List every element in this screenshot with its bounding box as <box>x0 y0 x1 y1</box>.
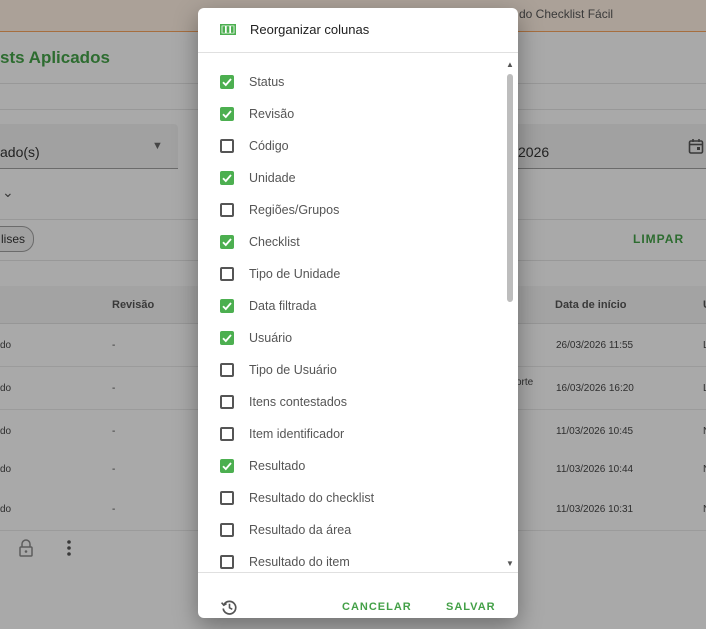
cancel-button[interactable]: CANCELAR <box>342 601 412 613</box>
checkbox-checked[interactable] <box>220 171 234 185</box>
checkbox-checked[interactable] <box>220 331 234 345</box>
check-icon <box>222 462 232 471</box>
checkbox-unchecked[interactable] <box>220 523 234 537</box>
check-icon <box>222 174 232 183</box>
save-button[interactable]: SALVAR <box>446 601 496 613</box>
dialog-header: Reorganizar colunas <box>198 8 518 53</box>
column-option[interactable]: Status <box>198 65 498 97</box>
checkbox-checked[interactable] <box>220 75 234 89</box>
column-option[interactable]: Item identificador <box>198 417 498 449</box>
column-option-label: Status <box>249 75 285 89</box>
column-option[interactable]: Resultado <box>198 449 498 481</box>
checkbox-unchecked[interactable] <box>220 267 234 281</box>
column-option-label: Regiões/Grupos <box>249 203 340 217</box>
history-icon[interactable] <box>220 598 238 616</box>
checkbox-unchecked[interactable] <box>220 139 234 153</box>
scroll-up-arrow-icon[interactable]: ▲ <box>506 60 514 69</box>
column-option-label: Checklist <box>249 235 300 249</box>
check-icon <box>222 334 232 343</box>
column-option[interactable]: Checklist <box>198 225 498 257</box>
column-option[interactable]: Código <box>198 129 498 161</box>
column-option[interactable]: Resultado do checklist <box>198 481 498 513</box>
column-option[interactable]: Itens contestados <box>198 385 498 417</box>
checkbox-checked[interactable] <box>220 459 234 473</box>
check-icon <box>222 110 232 119</box>
checkbox-unchecked[interactable] <box>220 491 234 505</box>
check-icon <box>222 238 232 247</box>
column-option[interactable]: Tipo de Usuário <box>198 353 498 385</box>
column-option[interactable]: Usuário <box>198 321 498 353</box>
column-option[interactable]: Revisão <box>198 97 498 129</box>
checkbox-unchecked[interactable] <box>220 363 234 377</box>
scroll-down-arrow-icon[interactable]: ▼ <box>506 559 514 568</box>
column-option-label: Revisão <box>249 107 295 121</box>
column-option-label: Resultado do item <box>249 555 350 569</box>
column-option-label: Itens contestados <box>249 395 347 409</box>
checkbox-checked[interactable] <box>220 235 234 249</box>
column-option-label: Usuário <box>249 331 293 345</box>
checkbox-unchecked[interactable] <box>220 395 234 409</box>
column-option-label: Resultado do checklist <box>249 491 375 505</box>
checkbox-checked[interactable] <box>220 107 234 121</box>
column-option[interactable]: Regiões/Grupos <box>198 193 498 225</box>
column-option[interactable]: Tipo de Unidade <box>198 257 498 289</box>
view-column-icon <box>220 24 236 35</box>
column-option-label: Item identificador <box>249 427 345 441</box>
column-option-label: Tipo de Usuário <box>249 363 337 377</box>
check-icon <box>222 302 232 311</box>
dialog-title: Reorganizar colunas <box>250 22 370 37</box>
checkbox-unchecked[interactable] <box>220 427 234 441</box>
column-option[interactable]: Resultado do item <box>198 545 498 572</box>
checkbox-unchecked[interactable] <box>220 555 234 569</box>
column-option-label: Data filtrada <box>249 299 317 313</box>
checkbox-unchecked[interactable] <box>220 203 234 217</box>
check-icon <box>222 78 232 87</box>
dialog-footer: CANCELAR SALVAR <box>198 572 518 618</box>
scrollbar-thumb[interactable] <box>507 74 513 302</box>
column-option-label: Resultado da área <box>249 523 352 537</box>
column-option[interactable]: Unidade <box>198 161 498 193</box>
reorganize-columns-dialog: Reorganizar colunas Status Revisão Código U… <box>198 8 518 618</box>
column-option[interactable]: Resultado da área <box>198 513 498 545</box>
column-option-label: Unidade <box>249 171 296 185</box>
column-option-label: Código <box>249 139 289 153</box>
column-option[interactable]: Data filtrada <box>198 289 498 321</box>
column-option-label: Tipo de Unidade <box>249 267 341 281</box>
column-list[interactable]: Status Revisão Código Unidade Regiões/Grupos… <box>198 65 518 572</box>
checkbox-checked[interactable] <box>220 299 234 313</box>
column-option-label: Resultado <box>249 459 306 473</box>
